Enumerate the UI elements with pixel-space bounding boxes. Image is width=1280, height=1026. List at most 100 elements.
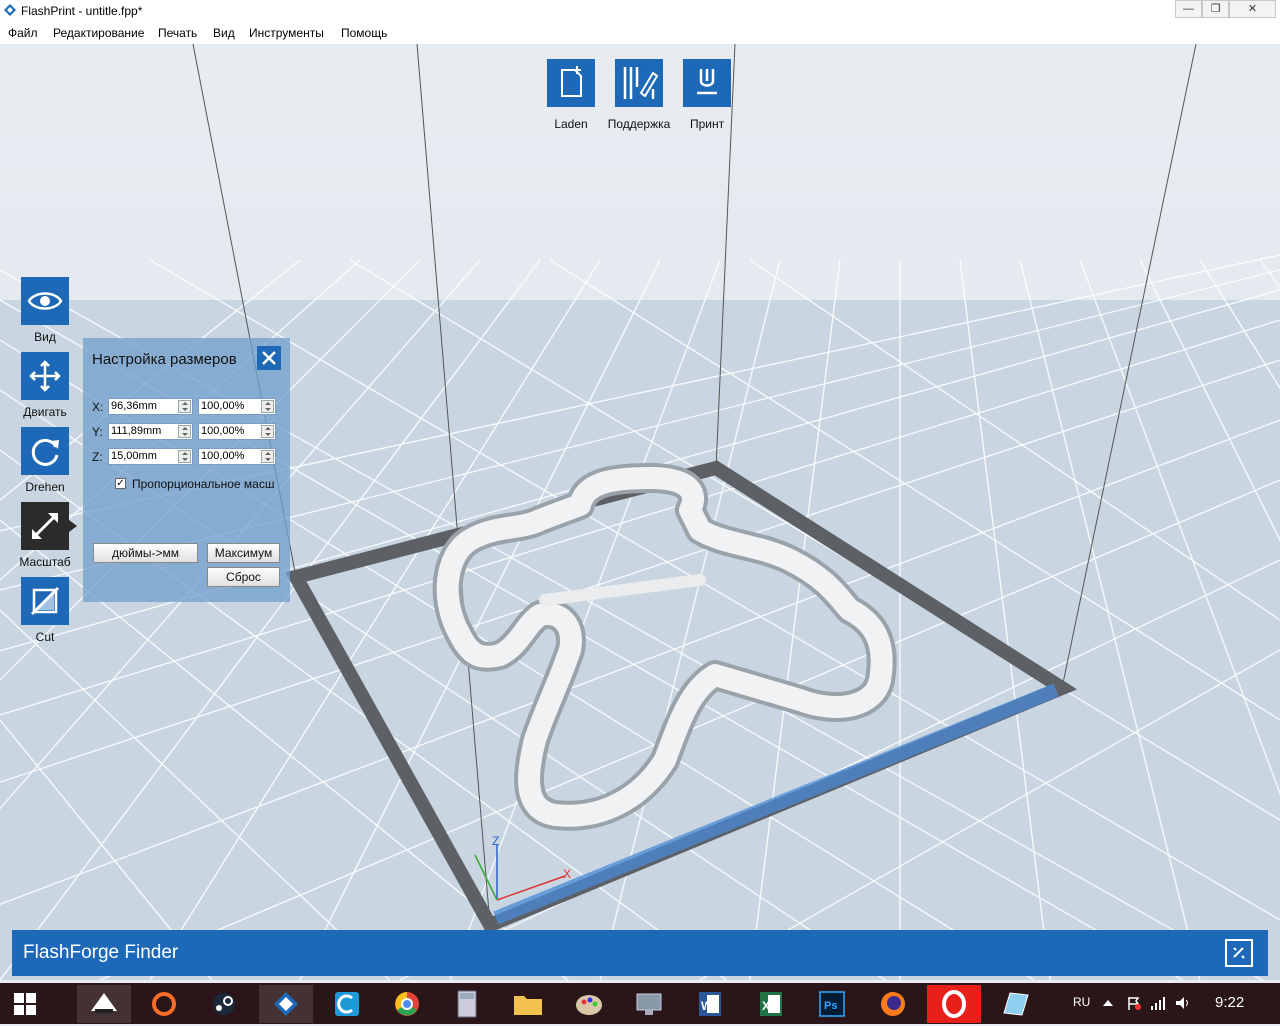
load-button[interactable]	[547, 59, 595, 107]
support-button[interactable]	[615, 59, 663, 107]
percent-z-spinner[interactable]	[261, 450, 274, 463]
tray-expand-icon[interactable]	[1103, 998, 1113, 1006]
percent-y-spinner[interactable]	[261, 425, 274, 438]
minimize-button[interactable]: —	[1175, 0, 1202, 18]
taskbar-notes[interactable]	[988, 985, 1042, 1023]
percent-x-spinner[interactable]	[261, 400, 274, 413]
scale-panel-title: Настройка размеров	[92, 351, 237, 368]
start-button[interactable]	[0, 985, 50, 1023]
rotate-tool-label: Drehen	[25, 480, 65, 494]
language-indicator[interactable]: RU	[1073, 995, 1090, 1009]
taskbar-origin[interactable]	[137, 985, 191, 1023]
taskbar: W X Ps RU 9:22	[0, 983, 1280, 1024]
print-button[interactable]	[683, 59, 731, 107]
taskbar-ccleaner[interactable]	[320, 985, 374, 1023]
rotate-icon	[31, 438, 59, 466]
view-tool-button[interactable]	[21, 277, 69, 325]
percent-y-field[interactable]: 100,00%	[198, 423, 276, 440]
word-icon: W	[699, 992, 721, 1016]
windows-start-icon	[14, 993, 36, 1015]
origin-icon	[152, 992, 176, 1016]
size-z-spinner[interactable]	[178, 450, 191, 463]
menu-view[interactable]: Вид	[213, 26, 235, 40]
menu-print[interactable]: Печать	[158, 26, 197, 40]
menu-help[interactable]: Помощь	[341, 26, 387, 40]
taskbar-inkscape[interactable]	[77, 985, 131, 1023]
svg-text:W: W	[701, 999, 713, 1013]
flashprint-icon	[274, 992, 298, 1016]
printer-name: FlashForge Finder	[23, 942, 179, 963]
menu-file[interactable]: Файл	[8, 26, 38, 40]
action-center-flag-icon[interactable]	[1126, 995, 1142, 1011]
eye-icon	[27, 292, 63, 310]
steam-icon	[213, 993, 235, 1015]
file-explorer-icon	[514, 996, 542, 1015]
percent-z-value: 100,00%	[201, 450, 245, 462]
network-icon	[636, 993, 662, 1015]
active-tool-pointer-icon	[69, 520, 77, 532]
size-x-field[interactable]: 96,36mm	[108, 398, 193, 415]
taskbar-explorer[interactable]	[501, 985, 555, 1023]
network-signal-icon[interactable]	[1150, 995, 1166, 1011]
scale-tool-label: Масштаб	[19, 555, 71, 569]
taskbar-flashprint[interactable]	[259, 985, 313, 1023]
cut-tool-button[interactable]	[21, 577, 69, 625]
reset-button[interactable]: Сброс	[207, 567, 280, 587]
taskbar-steam[interactable]	[197, 985, 251, 1023]
support-edit-icon	[623, 67, 659, 99]
size-x-value: 96,36mm	[111, 400, 157, 412]
percent-y-value: 100,00%	[201, 425, 245, 437]
printer-connection-bar: FlashForge Finder	[12, 930, 1268, 976]
close-button[interactable]: ✕	[1229, 0, 1276, 18]
title-bar: FlashPrint - untitle.fpp* — ❐ ✕	[0, 0, 1280, 22]
axis-x-label: X	[563, 867, 572, 881]
scale-panel: Настройка размеров X: 96,36mm 100,00% Y:…	[83, 338, 290, 602]
size-x-spinner[interactable]	[178, 400, 191, 413]
ccleaner-icon	[335, 992, 359, 1016]
taskbar-excel[interactable]: X	[744, 985, 798, 1023]
percent-x-field[interactable]: 100,00%	[198, 398, 276, 415]
connect-printer-button[interactable]	[1225, 939, 1253, 967]
clock[interactable]: 9:22	[1215, 994, 1244, 1011]
panel-close-button[interactable]	[257, 346, 281, 370]
excel-icon: X	[760, 992, 782, 1016]
size-y-field[interactable]: 111,89mm	[108, 423, 193, 440]
taskbar-chrome[interactable]	[380, 985, 434, 1023]
firefox-icon	[881, 992, 905, 1016]
support-label: Поддержка	[607, 117, 671, 131]
maximize-button[interactable]: ❐	[1202, 0, 1229, 18]
size-z-value: 15,00mm	[111, 450, 157, 462]
taskbar-calculator[interactable]	[440, 985, 494, 1023]
axis-y-row-label: Y:	[92, 425, 103, 439]
taskbar-paint[interactable]	[562, 985, 616, 1023]
taskbar-network[interactable]	[622, 985, 676, 1023]
percent-x-value: 100,00%	[201, 400, 245, 412]
size-y-value: 111,89mm	[111, 425, 162, 437]
volume-icon[interactable]	[1174, 995, 1190, 1011]
size-z-field[interactable]: 15,00mm	[108, 448, 193, 465]
scale-tool-button[interactable]	[21, 502, 69, 550]
taskbar-photoshop[interactable]: Ps	[805, 985, 859, 1023]
taskbar-word[interactable]: W	[683, 985, 737, 1023]
move-tool-label: Двигать	[23, 405, 67, 419]
move-tool-button[interactable]	[21, 352, 69, 400]
3d-viewport[interactable]: Z X Laden Поддержка Принт Вид Двигать Dr…	[0, 44, 1280, 980]
opera-icon	[942, 990, 966, 1018]
proportional-checkbox[interactable]: ✓	[115, 478, 126, 489]
load-label: Laden	[554, 117, 588, 131]
menu-tools[interactable]: Инструменты	[249, 26, 324, 40]
rotate-tool-button[interactable]	[21, 427, 69, 475]
flashprint-app-icon	[4, 4, 16, 16]
percent-z-field[interactable]: 100,00%	[198, 448, 276, 465]
taskbar-opera[interactable]	[927, 985, 981, 1023]
view-tool-label: Вид	[34, 330, 56, 344]
axis-z-row-label: Z:	[92, 450, 103, 464]
size-y-spinner[interactable]	[178, 425, 191, 438]
svg-text:Ps: Ps	[824, 1000, 837, 1012]
cut-tool-label: Cut	[35, 630, 55, 644]
menu-edit[interactable]: Редактирование	[53, 26, 144, 40]
taskbar-firefox[interactable]	[866, 985, 920, 1023]
max-size-button[interactable]: Максимум	[207, 543, 280, 563]
svg-text:X: X	[762, 999, 770, 1013]
inch-to-mm-button[interactable]: дюймы->мм	[93, 543, 198, 563]
